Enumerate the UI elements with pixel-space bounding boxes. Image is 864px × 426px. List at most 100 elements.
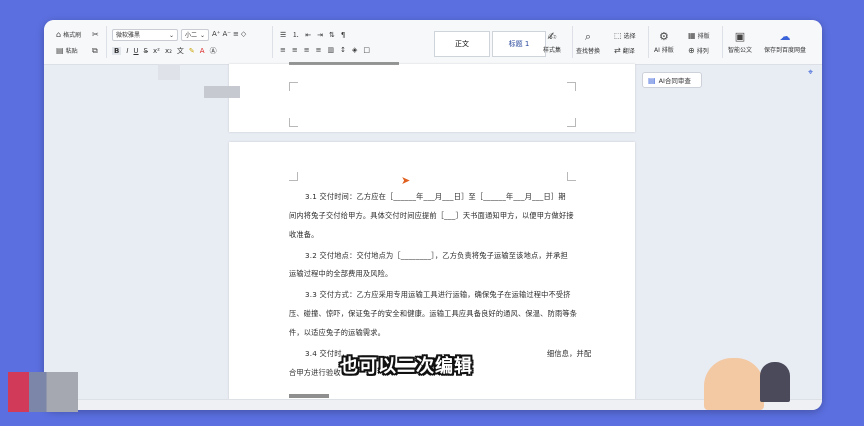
paste-label: 粘贴: [65, 48, 78, 55]
align-left-icon[interactable]: ≡: [280, 46, 286, 54]
margin-corner: [289, 82, 298, 91]
illustration-character: [704, 358, 764, 410]
search-icon: ⌕: [584, 30, 592, 43]
cut-off-heading-text: [289, 394, 329, 398]
separator: [272, 26, 273, 58]
save-cloud-label: 保存到百度网盘: [764, 47, 807, 54]
previous-page: [229, 62, 635, 132]
line-spacing-icon[interactable]: ↕: [340, 46, 346, 54]
increase-font-icon[interactable]: A⁺: [212, 30, 220, 38]
document-icon: ▣: [734, 30, 746, 43]
arrange-button[interactable]: ⊕ 排列: [688, 46, 709, 55]
char-border-icon[interactable]: Ⓐ: [210, 46, 217, 56]
change-case-icon[interactable]: ≡: [233, 30, 239, 38]
align-buttons: ≡ ≡ ≡ ≡ ▥ ↕ ◈ □: [280, 46, 370, 54]
font-name-select[interactable]: 微软雅黑 ⌄: [112, 29, 178, 41]
highlight-icon[interactable]: ✎: [189, 47, 195, 55]
format-painter-button[interactable]: ⌂ 格式刷: [56, 30, 81, 39]
font-style-buttons: B I U S̶ x² x₂ 文 ✎ A Ⓐ: [112, 46, 217, 56]
cut-off-heading-text: [289, 62, 399, 65]
superscript-icon[interactable]: x²: [153, 47, 160, 55]
blurred-watermark: [8, 372, 78, 412]
arrange-label: 排列: [696, 48, 709, 55]
location-pin-icon[interactable]: ⌖: [808, 68, 813, 78]
paragraph-line: 间内将兔子交付给甲方。具体交付时间应提前［___］天书面通知甲方，以便甲方做好接: [289, 211, 574, 220]
paragraph-line: 运输过程中的全部费用及风险。: [289, 269, 393, 278]
paragraph-line: 3.3 交付方式：乙方应采用专用运输工具进行运输，确保兔子在运输过程中不受挤: [305, 290, 571, 299]
cursor-icon: ⬚: [614, 31, 622, 40]
numbered-list-icon[interactable]: ⒈: [292, 30, 299, 40]
paste-icon: ▤: [56, 46, 64, 55]
style-set-label: 样式集: [542, 47, 561, 54]
separator: [106, 26, 107, 58]
paragraph-mark-icon[interactable]: ¶: [341, 31, 345, 39]
font-size-buttons: A⁺ A⁻ ≡ ◇: [212, 30, 246, 38]
subscript-icon[interactable]: x₂: [165, 47, 172, 55]
underline-icon[interactable]: U: [133, 47, 138, 55]
format-painter-icon: ⌂: [56, 30, 62, 39]
translate-label: 翻译: [622, 48, 635, 55]
cloud-icon: ☁: [779, 30, 791, 43]
layout-icon: ▦: [688, 31, 696, 40]
paragraph-line: 3.2 交付地点：交付地点为［________］，乙方负责将兔子运输至该地点，并…: [305, 251, 568, 260]
style-heading1-label: 标题 1: [508, 40, 530, 48]
sort-icon[interactable]: ⇅: [329, 31, 335, 39]
decrease-font-icon[interactable]: A⁻: [222, 30, 230, 38]
ai-contract-review-button[interactable]: ▤ AI合同审查: [642, 72, 702, 88]
blurred-region: [204, 86, 240, 98]
layout-label: 排版: [697, 33, 710, 40]
arrange-icon: ⊕: [688, 46, 695, 55]
distribute-icon[interactable]: ▥: [328, 46, 335, 54]
video-caption: 也可以二次编辑: [340, 356, 473, 377]
paragraph-line: 细信息，并配: [547, 349, 592, 358]
strikethrough-icon[interactable]: S̶: [144, 47, 148, 55]
separator: [722, 26, 723, 58]
select-button[interactable]: ⬚ 选择: [614, 31, 636, 40]
margin-corner: [567, 172, 576, 181]
clear-format-icon[interactable]: ◇: [241, 30, 246, 38]
font-size-select[interactable]: 小二 ⌄: [181, 29, 209, 41]
style-normal[interactable]: 正文: [434, 31, 490, 57]
bullet-list-icon[interactable]: ☰: [280, 31, 286, 39]
separator: [572, 26, 573, 58]
margin-corner: [289, 118, 298, 127]
cut-button[interactable]: ✂: [92, 30, 99, 39]
format-painter-label: 格式刷: [63, 32, 82, 39]
paste-button[interactable]: ▤ 粘贴: [56, 46, 78, 55]
find-replace-label: 查找替换: [576, 48, 601, 55]
ai-contract-review-label: AI合同审查: [658, 77, 691, 85]
margin-corner: [567, 118, 576, 127]
font-color-icon[interactable]: A: [200, 47, 205, 55]
smart-doc-button[interactable]: ▣ 智能公文: [728, 30, 752, 54]
italic-icon[interactable]: I: [126, 47, 128, 55]
copy-button[interactable]: ⧉: [92, 46, 98, 56]
select-label: 选择: [623, 33, 636, 40]
align-center-icon[interactable]: ≡: [292, 46, 298, 54]
list-buttons: ☰ ⒈ ⇤ ⇥ ⇅ ¶: [280, 30, 345, 40]
margin-corner: [567, 82, 576, 91]
chevron-down-icon: ⌄: [168, 32, 174, 39]
separator: [648, 26, 649, 58]
indent-icon[interactable]: ⇥: [317, 31, 323, 39]
save-to-cloud-button[interactable]: ☁ 保存到百度网盘: [764, 30, 806, 54]
ai-layout-button[interactable]: ⚙ AI 排版: [654, 30, 674, 54]
find-replace-button[interactable]: ⌕ 查找替换: [576, 30, 600, 55]
shading-icon[interactable]: ◈: [352, 46, 357, 54]
borders-icon[interactable]: □: [363, 46, 370, 54]
phonetic-icon[interactable]: 文: [177, 46, 184, 56]
style-set-icon: ✍: [547, 30, 557, 43]
bold-icon[interactable]: B: [112, 47, 122, 55]
style-heading1[interactable]: 标题 1: [492, 31, 546, 57]
align-right-icon[interactable]: ≡: [304, 46, 310, 54]
outdent-icon[interactable]: ⇤: [305, 31, 311, 39]
cursor-pointer-icon: ➤: [401, 174, 411, 187]
illustration-character-hair: [760, 362, 790, 402]
layout-button[interactable]: ▦ 排版: [688, 31, 710, 40]
paragraph-line: 3.1 交付时间：乙方应在［______年___月___日］至［______年_…: [305, 192, 566, 201]
translate-button[interactable]: ⇄ 翻译: [614, 46, 635, 55]
scissors-icon: ✂: [92, 30, 99, 39]
justify-icon[interactable]: ≡: [316, 46, 322, 54]
style-set-button[interactable]: ✍ 样式集: [540, 30, 564, 54]
chevron-down-icon: ⌄: [199, 32, 205, 39]
paragraph-line: 件，以适应兔子的运输需求。: [289, 328, 386, 337]
